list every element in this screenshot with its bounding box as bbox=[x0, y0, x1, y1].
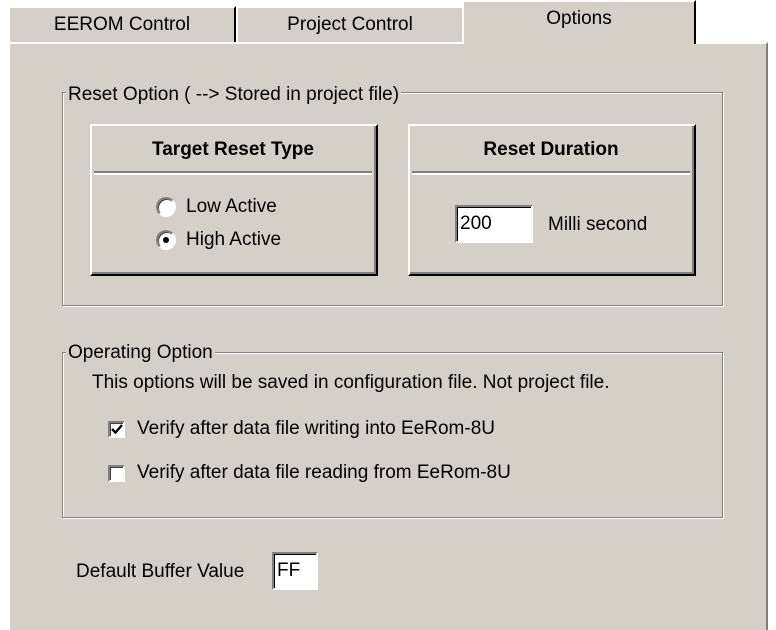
checkbox-unchecked[interactable] bbox=[108, 464, 125, 482]
reset-option-legend: Reset Option ( --> Stored in project fil… bbox=[66, 84, 402, 106]
default-buffer-input[interactable] bbox=[272, 552, 318, 590]
checkbox-label: Verify after data file writing into EeRo… bbox=[137, 418, 495, 439]
default-buffer-label: Default Buffer Value bbox=[76, 561, 245, 582]
checkbox-label: Verify after data file reading from EeRo… bbox=[137, 462, 511, 483]
radio-dot-icon bbox=[163, 237, 169, 243]
checkbox-checked[interactable] bbox=[108, 420, 125, 438]
reset-duration-input[interactable] bbox=[455, 205, 533, 243]
target-reset-type-title: Target Reset Type bbox=[94, 128, 372, 173]
radio-button[interactable] bbox=[156, 197, 176, 217]
radio-high-active[interactable]: High Active bbox=[156, 229, 281, 251]
checkmark-icon bbox=[110, 424, 123, 435]
radio-button-selected[interactable] bbox=[156, 230, 176, 250]
reset-duration-unit: Milli second bbox=[548, 214, 648, 235]
tab-label: EEROM Control bbox=[53, 14, 191, 35]
tab-label: Options bbox=[546, 8, 612, 29]
check-verify-after-writing[interactable]: Verify after data file writing into EeRo… bbox=[108, 418, 495, 440]
tab-options[interactable]: Options bbox=[462, 0, 696, 44]
reset-duration-box: Reset Duration bbox=[408, 124, 696, 276]
reset-duration-title: Reset Duration bbox=[412, 128, 690, 173]
tab-label: Project Control bbox=[287, 14, 413, 35]
tab-eerom-control[interactable]: EEROM Control bbox=[8, 6, 236, 42]
radio-label: High Active bbox=[186, 229, 282, 250]
check-verify-after-reading[interactable]: Verify after data file reading from EeRo… bbox=[108, 462, 511, 484]
operating-option-legend: Operating Option bbox=[66, 342, 215, 364]
radio-label: Low Active bbox=[186, 196, 277, 217]
radio-low-active[interactable]: Low Active bbox=[156, 196, 277, 218]
tab-project-control[interactable]: Project Control bbox=[236, 6, 464, 42]
operating-option-note: This options will be saved in configurat… bbox=[92, 372, 610, 393]
